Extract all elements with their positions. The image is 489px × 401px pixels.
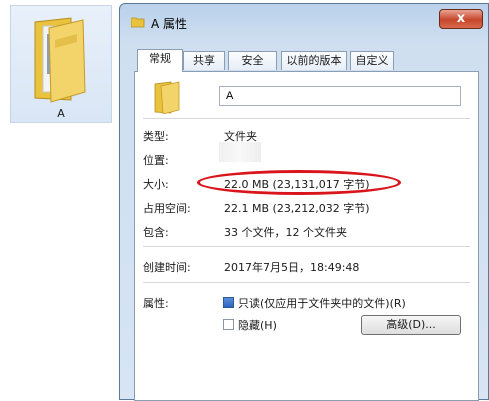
folder-icon [154, 81, 180, 114]
size-value: 22.0 MB (23,131,017 字节) [224, 178, 370, 191]
properties-window: A 属性 x 常规 共享 安全 以前的版本 自定义 类型: 文件夹 位置: 大小… [119, 3, 489, 401]
disk-size-label: 占用空间: [143, 202, 191, 215]
desktop-folder-item[interactable]: A [10, 5, 112, 123]
divider [143, 246, 470, 247]
window-title: A 属性 [151, 17, 188, 31]
type-label: 类型: [143, 130, 169, 143]
tab-previous-versions[interactable]: 以前的版本 [281, 51, 347, 70]
readonly-checkbox[interactable] [223, 297, 234, 308]
contains-label: 包含: [143, 226, 169, 239]
hidden-checkbox-label[interactable]: 隐藏(H) [238, 317, 277, 333]
folder-icon [131, 17, 145, 28]
readonly-checkbox-label[interactable]: 只读(仅应用于文件夹中的文件)(R) [238, 295, 406, 311]
advanced-button[interactable]: 高级(D)... [361, 315, 461, 335]
tab-sharing[interactable]: 共享 [183, 51, 225, 70]
contains-value: 33 个文件，12 个文件夹 [224, 226, 347, 239]
tab-security[interactable]: 安全 [228, 51, 277, 70]
location-label: 位置: [143, 154, 169, 167]
disk-size-value: 22.1 MB (23,212,032 字节) [224, 202, 370, 215]
title-bar[interactable]: A 属性 x [120, 4, 488, 38]
created-value: 2017年7月5日，18:49:48 [224, 261, 360, 274]
close-button[interactable]: x [439, 9, 483, 29]
attributes-label: 属性: [143, 297, 169, 310]
location-value-redacted [219, 142, 261, 162]
folder-icon [34, 17, 86, 103]
divider [143, 282, 470, 283]
hidden-checkbox[interactable] [223, 319, 234, 330]
desktop-folder-label: A [57, 107, 65, 120]
created-label: 创建时间: [143, 261, 191, 274]
tab-general[interactable]: 常规 [137, 49, 183, 72]
divider [143, 118, 470, 119]
close-icon: x [456, 11, 466, 26]
folder-name-input[interactable] [219, 86, 461, 106]
tab-customize[interactable]: 自定义 [350, 51, 394, 70]
size-label: 大小: [143, 178, 169, 191]
general-panel: 类型: 文件夹 位置: 大小: 22.0 MB (23,131,017 字节) … [134, 71, 479, 401]
